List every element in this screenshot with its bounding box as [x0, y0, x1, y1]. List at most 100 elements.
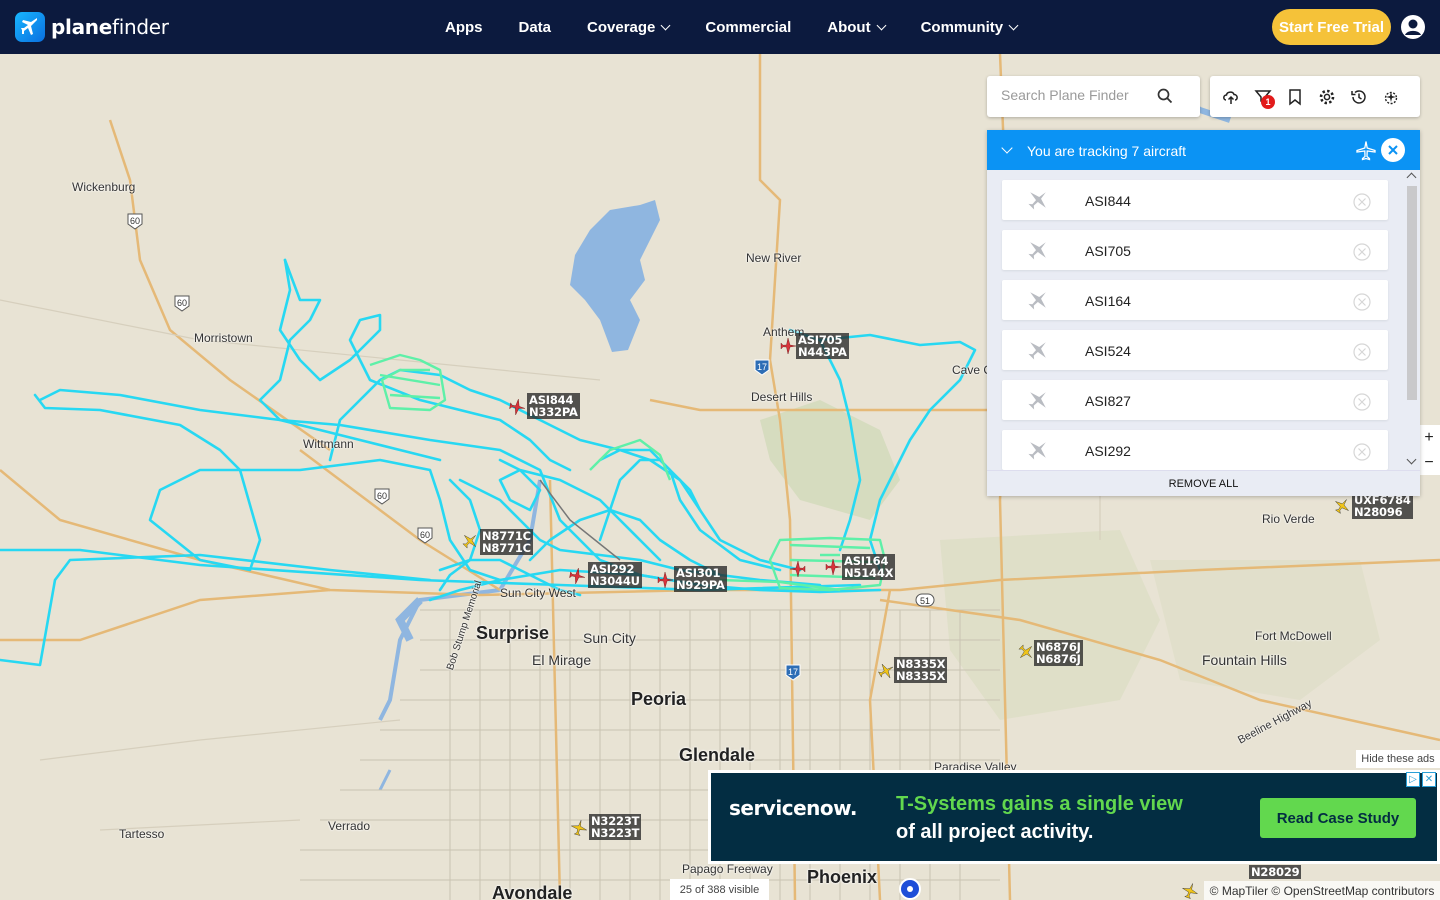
chevron-down-icon	[1008, 20, 1019, 30]
tracked-item[interactable]: ASI844	[1002, 180, 1388, 220]
map-attribution[interactable]: © MapTiler © OpenStreetMap contributors	[1204, 881, 1440, 900]
place-label: Tartesso	[119, 827, 165, 841]
place-label: Wickenburg	[72, 180, 136, 194]
aircraft-label[interactable]: N28029	[1249, 865, 1302, 879]
playback-button[interactable]	[1349, 87, 1369, 107]
tracked-aircraft-icon[interactable]	[780, 338, 796, 354]
aircraft-label[interactable]: N6876J N6876J	[1034, 640, 1083, 666]
search-box	[987, 76, 1200, 117]
zoom-in-button[interactable]: +	[1418, 425, 1440, 450]
aircraft-icon[interactable]	[462, 533, 478, 549]
planefinder-logo[interactable]: planefinder	[15, 12, 169, 42]
nav-commercial[interactable]: Commercial	[687, 19, 809, 36]
aircraft-label[interactable]: ASI705 N443PA	[796, 333, 849, 359]
scroll-down-icon[interactable]	[1406, 454, 1417, 465]
start-free-trial-button[interactable]: Start Free Trial	[1272, 9, 1391, 45]
remove-all-button[interactable]: REMOVE ALL	[987, 470, 1420, 496]
highway-shield-51: 51	[915, 593, 935, 607]
tracked-aircraft-icon[interactable]	[825, 559, 841, 575]
settings-button[interactable]	[1317, 87, 1337, 107]
ad-brand-logo: servicenow.	[729, 796, 857, 820]
remove-item-icon[interactable]	[1353, 343, 1371, 361]
place-label: Desert Hills	[751, 390, 813, 404]
nav-coverage[interactable]: Coverage	[569, 19, 687, 36]
search-input[interactable]	[1001, 87, 1161, 103]
place-label: Glendale	[679, 745, 756, 765]
tracked-item[interactable]: ASI705	[1002, 230, 1388, 270]
plane-icon	[1028, 442, 1046, 460]
visible-aircraft-count: 25 of 388 visible	[670, 879, 769, 900]
tracked-callsign: ASI292	[1085, 443, 1131, 459]
tracked-aircraft-icon[interactable]	[657, 572, 673, 588]
aircraft-label[interactable]: ASI844 N332PA	[527, 393, 580, 419]
tracked-item[interactable]: ASI164	[1002, 280, 1388, 320]
user-account-icon[interactable]	[1400, 14, 1426, 40]
place-label: New River	[746, 251, 802, 265]
ad-headline: of all project activity.	[896, 821, 1094, 843]
aircraft-label[interactable]: ASI301 N929PA	[674, 566, 727, 592]
aircraft-label[interactable]: ASI292 N3044U	[588, 562, 642, 588]
aircraft-icon[interactable]	[878, 663, 894, 679]
remove-item-icon[interactable]	[1353, 293, 1371, 311]
hide-ads-link[interactable]: Hide these ads	[1356, 750, 1440, 768]
tracked-item[interactable]: ASI524	[1002, 330, 1388, 370]
aircraft-label[interactable]: N8335X N8335X	[894, 657, 948, 683]
ad-cta-button[interactable]: Read Case Study	[1260, 798, 1416, 838]
ad-close-icon[interactable]: ✕	[1422, 772, 1436, 787]
aircraft-icon[interactable]	[1334, 498, 1350, 514]
plane-gear-icon	[1384, 91, 1398, 104]
place-label: Fountain Hills	[1202, 652, 1287, 668]
remove-item-icon[interactable]	[1353, 443, 1371, 461]
close-tracking-button[interactable]	[1381, 138, 1405, 162]
tracked-callsign: ASI164	[1085, 293, 1131, 309]
weather-button[interactable]	[1221, 87, 1241, 107]
bookmarks-button[interactable]	[1285, 87, 1305, 107]
tracked-item[interactable]: ASI827	[1002, 380, 1388, 420]
remove-item-icon[interactable]	[1353, 243, 1371, 261]
tracking-scrollbar[interactable]	[1404, 170, 1420, 470]
remove-item-icon[interactable]	[1353, 393, 1371, 411]
ad-content[interactable]: servicenow. T-Systems gains a single vie…	[711, 773, 1437, 861]
ad-choices[interactable]: ▷ ✕	[1406, 772, 1436, 788]
tracked-callsign: ASI524	[1085, 343, 1131, 359]
search-icon[interactable]	[1157, 88, 1173, 104]
plane-logo-icon	[15, 12, 45, 42]
ad-headline: T-Systems gains a single view	[896, 793, 1183, 815]
chevron-down-icon	[876, 20, 887, 30]
remove-item-icon[interactable]	[1353, 193, 1371, 211]
aircraft-icon[interactable]	[1018, 644, 1034, 660]
plane-outline-icon[interactable]	[1355, 140, 1377, 162]
svg-text:51: 51	[920, 596, 930, 606]
scrollbar-thumb[interactable]	[1407, 186, 1417, 400]
tracked-aircraft-icon[interactable]	[569, 568, 585, 584]
nav-data[interactable]: Data	[501, 19, 570, 36]
airport-button[interactable]	[1381, 87, 1401, 107]
aircraft-icon[interactable]	[1182, 883, 1198, 899]
aircraft-label[interactable]: N8771C N8771C	[480, 529, 533, 555]
place-label: Avondale	[492, 883, 573, 900]
svg-text:60: 60	[420, 530, 430, 540]
nav-community[interactable]: Community	[903, 19, 1036, 36]
aircraft-label[interactable]: UXF6784 N28096	[1352, 493, 1413, 519]
svg-text:60: 60	[377, 491, 387, 501]
nav-apps[interactable]: Apps	[427, 19, 501, 36]
tracked-item[interactable]: ASI292	[1002, 430, 1388, 470]
zoom-out-button[interactable]: −	[1418, 450, 1440, 475]
plane-icon	[1028, 342, 1046, 360]
scroll-up-icon[interactable]	[1406, 172, 1417, 183]
ad-info-icon[interactable]: ▷	[1406, 772, 1420, 787]
aircraft-label[interactable]: N3223T N3223T	[589, 814, 642, 840]
aircraft-icon[interactable]	[571, 820, 587, 836]
chevron-down-icon[interactable]	[1001, 142, 1013, 154]
tracked-aircraft-icon[interactable]	[790, 561, 806, 577]
place-label: Rio Verde	[1262, 512, 1315, 526]
tracked-aircraft-icon[interactable]	[509, 399, 525, 415]
nav-about[interactable]: About	[809, 19, 902, 36]
place-label: El Mirage	[532, 652, 592, 668]
history-icon	[1351, 89, 1366, 104]
aircraft-label[interactable]: ASI164 N5144X	[842, 554, 896, 580]
tracking-title: You are tracking 7 aircraft	[1027, 143, 1187, 159]
ad-banner[interactable]: servicenow. T-Systems gains a single vie…	[708, 770, 1440, 864]
filter-button[interactable]: 1	[1253, 87, 1275, 109]
plane-icon	[1028, 292, 1046, 310]
